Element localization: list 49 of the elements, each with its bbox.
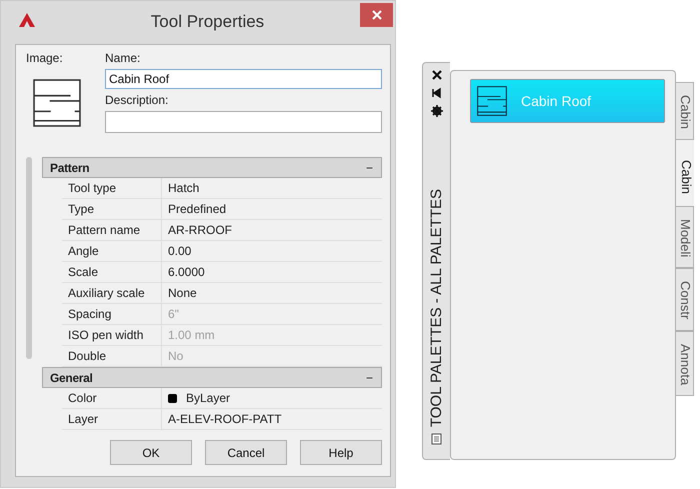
property-value[interactable]: 0.00	[162, 241, 382, 261]
palette-tab[interactable]: Cabin	[676, 140, 694, 206]
dialog-button[interactable]: Help	[300, 440, 382, 465]
section-title: Pattern	[50, 160, 90, 174]
close-button[interactable]	[360, 3, 393, 27]
close-icon	[372, 10, 382, 20]
triangle-logo-icon	[19, 13, 35, 27]
name-label: Name:	[105, 51, 142, 67]
properties-icon[interactable]	[430, 433, 442, 445]
description-label: Description:	[105, 93, 170, 109]
property-label: Scale	[62, 262, 162, 282]
property-label: Double	[62, 346, 162, 366]
palette-tab[interactable]: Constr	[676, 268, 694, 331]
dialog-button[interactable]: OK	[110, 440, 192, 465]
hatch-pattern-icon	[33, 79, 81, 127]
collapse-toggle[interactable]: −	[366, 370, 373, 384]
property-label: Tool type	[62, 178, 162, 198]
property-value[interactable]: ByLayer	[162, 388, 382, 408]
property-value[interactable]: None	[162, 283, 382, 303]
palette-title: TOOL PALETTES - ALL PALETTES	[428, 188, 445, 427]
property-label: Pattern name	[62, 220, 162, 240]
property-label: Auxiliary scale	[62, 283, 162, 303]
property-value[interactable]: Predefined	[162, 199, 382, 219]
name-field[interactable]: Cabin Roof	[105, 69, 382, 89]
property-label: Spacing	[62, 304, 162, 324]
property-value[interactable]: A-ELEV-ROOF-PATT	[162, 409, 382, 429]
property-label: Type	[62, 199, 162, 219]
property-value[interactable]: Hatch	[162, 178, 382, 198]
description-field[interactable]	[105, 111, 382, 133]
property-label: Color	[62, 388, 162, 408]
property-label: Layer	[62, 409, 162, 429]
palette-tab[interactable]: Modeli	[676, 206, 694, 268]
settings-icon[interactable]	[430, 105, 442, 117]
window-title: Tool Properties	[150, 12, 266, 32]
hatch-pattern-icon	[477, 86, 507, 116]
section-header[interactable]: Pattern −	[42, 157, 382, 178]
image-label: Image:	[26, 51, 64, 67]
property-label: Angle	[62, 241, 162, 261]
dialog-button[interactable]: Cancel	[205, 440, 287, 465]
close-icon[interactable]	[430, 69, 442, 81]
property-value[interactable]: AR-RROOF	[162, 220, 382, 240]
palette-tab[interactable]: Annota	[676, 330, 694, 396]
property-value[interactable]: 6.0000	[162, 262, 382, 282]
palette-tab[interactable]: Cabin	[676, 82, 694, 140]
section-header[interactable]: General −	[42, 367, 382, 388]
collapse-toggle[interactable]: −	[366, 160, 373, 174]
property-label: ISO pen width	[62, 325, 162, 345]
color-swatch-icon	[168, 394, 177, 402]
section-title: General	[50, 370, 93, 384]
